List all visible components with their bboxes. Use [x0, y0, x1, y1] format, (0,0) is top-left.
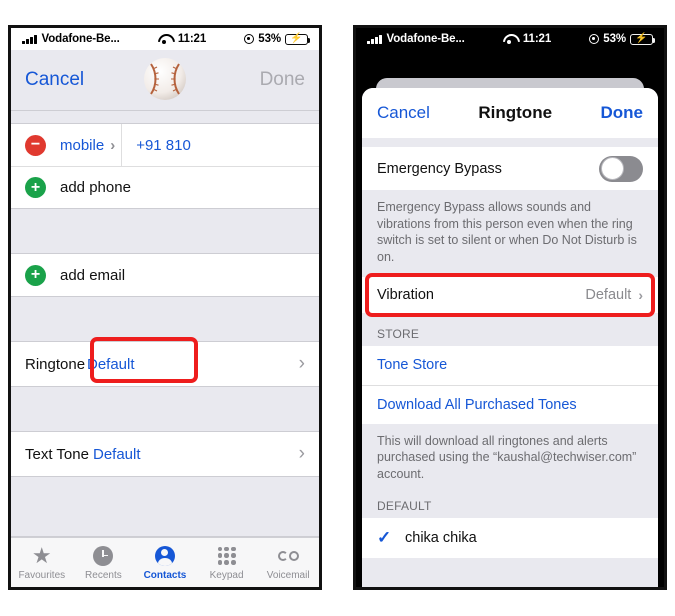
tab-keypad[interactable]: Keypad: [196, 538, 258, 587]
vibration-row-wrap: Vibration Default ›: [362, 272, 658, 317]
wifi-icon: [503, 34, 516, 45]
chevron-right-icon: ›: [110, 136, 116, 154]
ringtone-row[interactable]: Ringtone Default ›: [11, 337, 319, 386]
phone-number-value[interactable]: +91 810: [136, 137, 191, 154]
emergency-bypass-label: Emergency Bypass: [377, 160, 502, 177]
carrier-label: Vodafone-Be...: [386, 33, 465, 45]
star-icon: ★: [31, 542, 52, 568]
cancel-button[interactable]: Cancel: [25, 69, 84, 91]
cancel-button[interactable]: Cancel: [377, 103, 430, 123]
battery-charging-icon: ⚡: [285, 33, 311, 45]
left-phone-screen: Vodafone-Be... 11:21 53% ⚡ Cancel Done −…: [11, 28, 319, 587]
field-divider: [121, 124, 123, 166]
signal-bars-icon: [22, 34, 37, 44]
add-phone-label[interactable]: add phone: [60, 179, 131, 196]
download-all-tones-row[interactable]: Download All Purchased Tones: [362, 384, 658, 424]
comparison-stage: Vodafone-Be... 11:21 53% ⚡ Cancel Done −…: [0, 0, 675, 616]
right-status-bar: Vodafone-Be... 11:21 53% ⚡: [356, 28, 664, 50]
tab-contacts[interactable]: Contacts: [134, 538, 196, 587]
store-footer: This will download all ringtones and ale…: [362, 423, 658, 494]
default-section-header: DEFAULT: [362, 493, 658, 519]
signal-bars-icon: [367, 34, 382, 44]
tab-label: Favourites: [18, 569, 66, 581]
emergency-bypass-toggle[interactable]: [599, 155, 643, 182]
left-nav-bar: Cancel Done: [11, 50, 319, 110]
done-button[interactable]: Done: [601, 103, 644, 123]
emergency-bypass-row[interactable]: Emergency Bypass: [362, 147, 658, 190]
download-all-tones-label[interactable]: Download All Purchased Tones: [377, 397, 577, 413]
left-phone-frame: Vodafone-Be... 11:21 53% ⚡ Cancel Done −…: [8, 25, 322, 590]
left-status-bar: Vodafone-Be... 11:21 53% ⚡: [11, 28, 319, 50]
vibration-label: Vibration: [377, 286, 434, 303]
spacer-email-ringtone: [11, 296, 319, 342]
wifi-icon: [158, 34, 171, 45]
clock-label: 11:21: [177, 33, 207, 45]
spacer-ringtone-texttone: [11, 386, 319, 432]
chevron-right-icon: ›: [298, 443, 305, 464]
add-field-icon[interactable]: +: [25, 177, 46, 198]
add-email-label[interactable]: add email: [60, 267, 125, 284]
keypad-dots-icon: [217, 545, 236, 567]
text-tone-value[interactable]: Default: [93, 446, 141, 463]
tab-recents[interactable]: Recents: [73, 538, 135, 587]
battery-percent-label: 53%: [258, 33, 281, 45]
done-button[interactable]: Done: [260, 69, 305, 91]
battery-percent-label: 53%: [603, 33, 626, 45]
tone-store-row[interactable]: Tone Store: [362, 345, 658, 385]
checkmark-icon: ✓: [377, 528, 392, 548]
spacer-bottom: [11, 476, 319, 537]
ringtone-label: Ringtone: [25, 355, 86, 373]
add-field-icon[interactable]: +: [25, 264, 46, 286]
battery-charging-icon: ⚡: [630, 33, 656, 45]
location-services-icon: [244, 34, 255, 44]
remove-field-icon[interactable]: −: [25, 134, 46, 156]
tab-label: Keypad: [209, 569, 244, 581]
phone-type-label[interactable]: mobile: [60, 137, 104, 154]
tab-label: Recents: [85, 569, 122, 581]
carrier-label: Vodafone-Be...: [41, 33, 120, 45]
contact-person-icon: [154, 545, 175, 567]
ringtone-nav-bar: Cancel Ringtone Done: [362, 88, 658, 138]
baseball-avatar[interactable]: [142, 56, 188, 102]
tab-voicemail[interactable]: Voicemail: [257, 538, 319, 587]
text-tone-row[interactable]: Text Tone Default ›: [11, 432, 319, 476]
spacer-above-phone: [11, 110, 319, 124]
default-tone-row[interactable]: ✓ chika chika: [362, 518, 658, 559]
page-title: Ringtone: [478, 103, 553, 122]
ringtone-sheet: Cancel Ringtone Done Emergency Bypass Em…: [362, 88, 658, 587]
tab-label: Contacts: [143, 569, 187, 581]
contact-edit-body: Cancel Done − mobile › +91 810 + add pho…: [11, 50, 319, 587]
add-email-row[interactable]: + add email: [11, 254, 319, 296]
add-phone-row[interactable]: + add phone: [11, 166, 319, 208]
right-phone-screen: Vodafone-Be... 11:21 53% ⚡ Cancel Ringto…: [356, 28, 664, 587]
tab-favourites[interactable]: ★ Favourites: [11, 538, 73, 587]
clock-icon: [93, 545, 114, 567]
emergency-bypass-footer: Emergency Bypass allows sounds and vibra…: [362, 190, 658, 277]
store-section-header: STORE: [362, 312, 658, 346]
location-services-icon: [589, 34, 600, 44]
voicemail-tape-icon: [277, 545, 299, 567]
tone-store-label[interactable]: Tone Store: [377, 357, 447, 373]
chevron-right-icon: ›: [638, 286, 643, 303]
spacer-phone-email: [11, 208, 319, 254]
ringtone-list[interactable]: Emergency Bypass Emergency Bypass allows…: [362, 138, 658, 587]
ringtone-value[interactable]: Default: [87, 356, 135, 373]
sheet-bottom-spacer: [362, 558, 658, 587]
vibration-row[interactable]: Vibration Default ›: [362, 276, 658, 313]
phone-tab-bar: ★ Favourites Recents Contacts Keypad Voi…: [11, 537, 319, 587]
sheet-top-spacer: [362, 138, 658, 147]
ringtone-modal-backdrop: Cancel Ringtone Done Emergency Bypass Em…: [356, 50, 664, 587]
right-phone-frame: Vodafone-Be... 11:21 53% ⚡ Cancel Ringto…: [353, 25, 667, 590]
clock-label: 11:21: [522, 33, 552, 45]
chevron-right-icon: ›: [298, 353, 305, 374]
text-tone-label: Text Tone: [25, 445, 89, 463]
vibration-value: Default: [585, 286, 632, 303]
phone-number-row[interactable]: − mobile › +91 810: [11, 124, 319, 166]
tab-label: Voicemail: [266, 569, 310, 581]
default-tone-label: chika chika: [405, 530, 477, 547]
